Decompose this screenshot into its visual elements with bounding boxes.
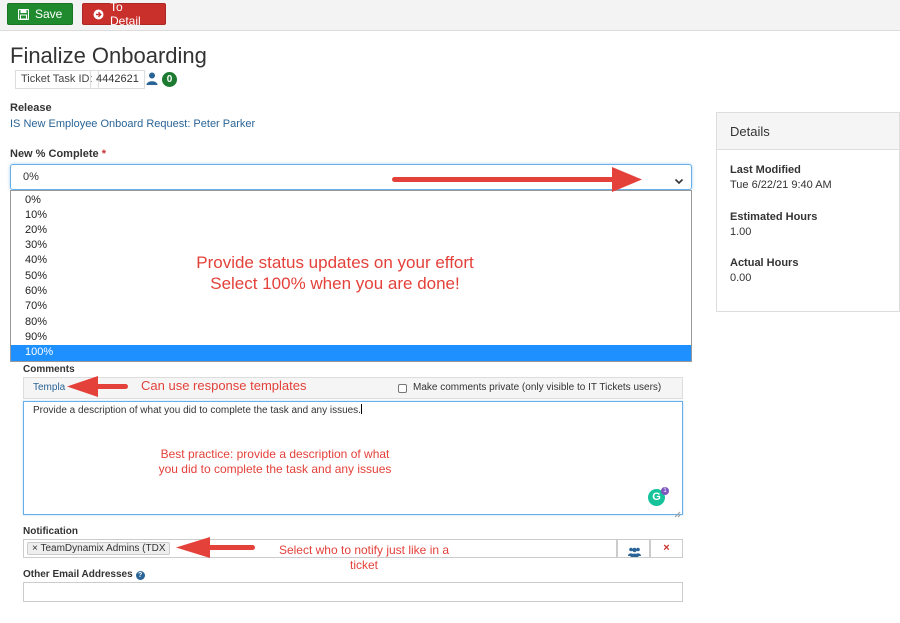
- last-modified-value: Tue 6/22/21 9:40 AM: [730, 179, 832, 191]
- other-email-input[interactable]: [23, 582, 683, 602]
- notify-annotation-line2: ticket: [349, 558, 378, 572]
- estimated-hours-label: Estimated Hours: [730, 211, 818, 223]
- option-100[interactable]: 100%: [11, 345, 691, 361]
- percent-complete-select[interactable]: 0%: [10, 164, 692, 190]
- templates-link[interactable]: Templa: [33, 382, 65, 393]
- actual-hours-value: 0.00: [730, 272, 752, 284]
- status-annotation-line1: Provide status updates on your effort: [196, 253, 474, 272]
- group-picker-button[interactable]: [617, 539, 650, 558]
- to-detail-button[interactable]: To Detail: [82, 0, 166, 28]
- notification-label: Notification: [23, 526, 78, 537]
- actual-hours-label: Actual Hours: [730, 257, 799, 269]
- page-title: Finalize Onboarding: [10, 43, 207, 68]
- option-0[interactable]: 0%: [11, 193, 691, 208]
- to-detail-label: To Detail: [110, 0, 141, 28]
- templates-annotation: Can use response templates: [141, 378, 307, 393]
- details-header: Details: [717, 113, 899, 150]
- required-marker: *: [101, 148, 106, 160]
- arrow-circle-icon: [93, 9, 104, 20]
- grammarly-badge: 1: [661, 487, 669, 495]
- ticket-task-id-value: 4442621: [90, 70, 145, 89]
- save-button[interactable]: Save: [7, 3, 73, 25]
- release-link[interactable]: IS New Employee Onboard Request: Peter P…: [10, 118, 255, 130]
- clear-notification-button[interactable]: ×: [650, 539, 683, 558]
- comments-text: Provide a description of what you did to…: [33, 405, 361, 416]
- last-modified-label: Last Modified: [730, 164, 801, 176]
- token-label: TeamDynamix Admins (TDX: [40, 543, 166, 554]
- private-checkbox[interactable]: [398, 384, 407, 393]
- notification-token[interactable]: × TeamDynamix Admins (TDX: [27, 542, 171, 555]
- save-icon: [18, 8, 29, 20]
- details-panel: Details Last Modified Tue 6/22/21 9:40 A…: [716, 112, 900, 312]
- best-practice-line1: Best practice: provide a description of …: [160, 447, 390, 461]
- notify-annotation-line1: Select who to notify just like in a: [278, 543, 450, 557]
- person-icon[interactable]: [146, 72, 158, 90]
- comments-toolbar: Templa Make comments private (only visib…: [23, 377, 683, 399]
- notify-annotation: Select who to notify just like in a tick…: [258, 543, 470, 573]
- assignee-count-badge: 0: [162, 72, 177, 87]
- option-10[interactable]: 10%: [11, 208, 691, 223]
- option-70[interactable]: 70%: [11, 299, 691, 314]
- option-30[interactable]: 30%: [11, 238, 691, 253]
- token-remove-icon[interactable]: ×: [32, 543, 38, 554]
- estimated-hours-value: 1.00: [730, 226, 752, 238]
- option-80[interactable]: 80%: [11, 315, 691, 330]
- other-email-label-text: Other Email Addresses: [23, 569, 133, 580]
- status-annotation-line2: Select 100% when you are done!: [210, 274, 460, 293]
- private-label: Make comments private (only visible to I…: [413, 382, 662, 393]
- status-annotation: Provide status updates on your effort Se…: [150, 252, 520, 294]
- resize-handle-icon[interactable]: [673, 505, 681, 523]
- release-label: Release: [10, 102, 52, 114]
- option-20[interactable]: 20%: [11, 223, 691, 238]
- remove-icon: ×: [663, 542, 670, 554]
- comments-label: Comments: [23, 364, 75, 375]
- best-practice-annotation: Best practice: provide a description of …: [120, 447, 430, 477]
- save-label: Save: [35, 7, 63, 21]
- percent-complete-label-text: New % Complete: [10, 148, 99, 160]
- group-icon: [628, 544, 641, 562]
- toolbar: Save To Detail: [0, 0, 900, 31]
- option-90[interactable]: 90%: [11, 330, 691, 345]
- selected-value: 0%: [23, 171, 39, 183]
- help-icon[interactable]: ?: [135, 571, 145, 580]
- other-email-label: Other Email Addresses?: [23, 569, 145, 580]
- percent-complete-label: New % Complete *: [10, 148, 106, 160]
- ticket-task-id-label: Ticket Task ID:: [15, 70, 99, 89]
- best-practice-line2: you did to complete the task and any iss…: [158, 462, 392, 476]
